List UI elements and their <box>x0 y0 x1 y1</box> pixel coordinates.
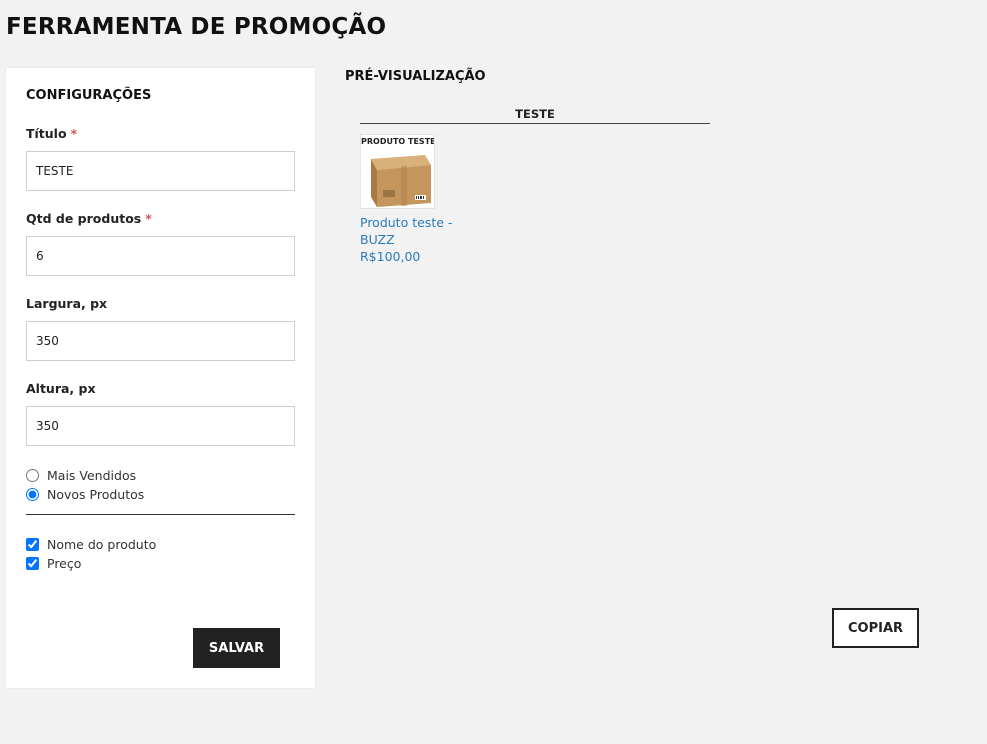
width-label: Largura, px <box>26 296 108 311</box>
qty-input[interactable] <box>26 236 295 276</box>
checkbox-price-label: Preço <box>47 556 82 571</box>
product-name-link[interactable]: Produto teste - BUZZ <box>360 214 470 248</box>
checkbox-product-name-label: Nome do produto <box>47 537 157 552</box>
width-input[interactable] <box>26 321 295 361</box>
config-panel: CONFIGURAÇÕES Título* Qtd de produtos* L… <box>6 68 315 688</box>
radio-best-sellers[interactable] <box>26 469 39 482</box>
qty-label: Qtd de produtos * <box>26 211 152 226</box>
save-button[interactable]: SALVAR <box>193 628 280 668</box>
qty-required-mark: * <box>145 211 152 226</box>
checkbox-price-option[interactable]: Preço <box>26 556 81 571</box>
radio-best-sellers-label: Mais Vendidos <box>47 468 137 483</box>
title-input[interactable] <box>26 151 295 191</box>
radio-best-sellers-option[interactable]: Mais Vendidos <box>26 468 136 483</box>
cardboard-box-icon <box>371 155 431 207</box>
preview-heading: PRÉ-VISUALIZAÇÃO <box>345 69 486 84</box>
product-price: R$100,00 <box>360 249 421 264</box>
widget-title: TESTE <box>360 106 710 124</box>
radio-new-products-label: Novos Produtos <box>47 487 145 502</box>
title-label-text: Título <box>26 126 67 141</box>
product-card[interactable]: PRODUTO TESTE Produto teste - BUZZ R$100… <box>360 134 470 265</box>
preview-widget: TESTE PRODUTO TESTE Produto teste - BUZZ… <box>360 106 710 264</box>
divider <box>26 514 295 515</box>
page-title: FERRAMENTA DE PROMOÇÃO <box>6 14 387 40</box>
product-image[interactable]: PRODUTO TESTE <box>360 134 435 209</box>
checkbox-product-name-option[interactable]: Nome do produto <box>26 537 156 552</box>
title-required-mark: * <box>70 126 78 141</box>
copy-button[interactable]: COPIAR <box>832 608 919 648</box>
qty-label-text: Qtd de produtos <box>26 211 142 226</box>
checkbox-product-name[interactable] <box>26 538 39 551</box>
radio-new-products-option[interactable]: Novos Produtos <box>26 487 144 502</box>
height-label: Altura, px <box>26 381 96 396</box>
radio-new-products[interactable] <box>26 488 39 501</box>
height-input[interactable] <box>26 406 295 446</box>
checkbox-price[interactable] <box>26 557 39 570</box>
config-heading: CONFIGURAÇÕES <box>26 88 152 103</box>
title-label: Título * <box>26 126 77 141</box>
